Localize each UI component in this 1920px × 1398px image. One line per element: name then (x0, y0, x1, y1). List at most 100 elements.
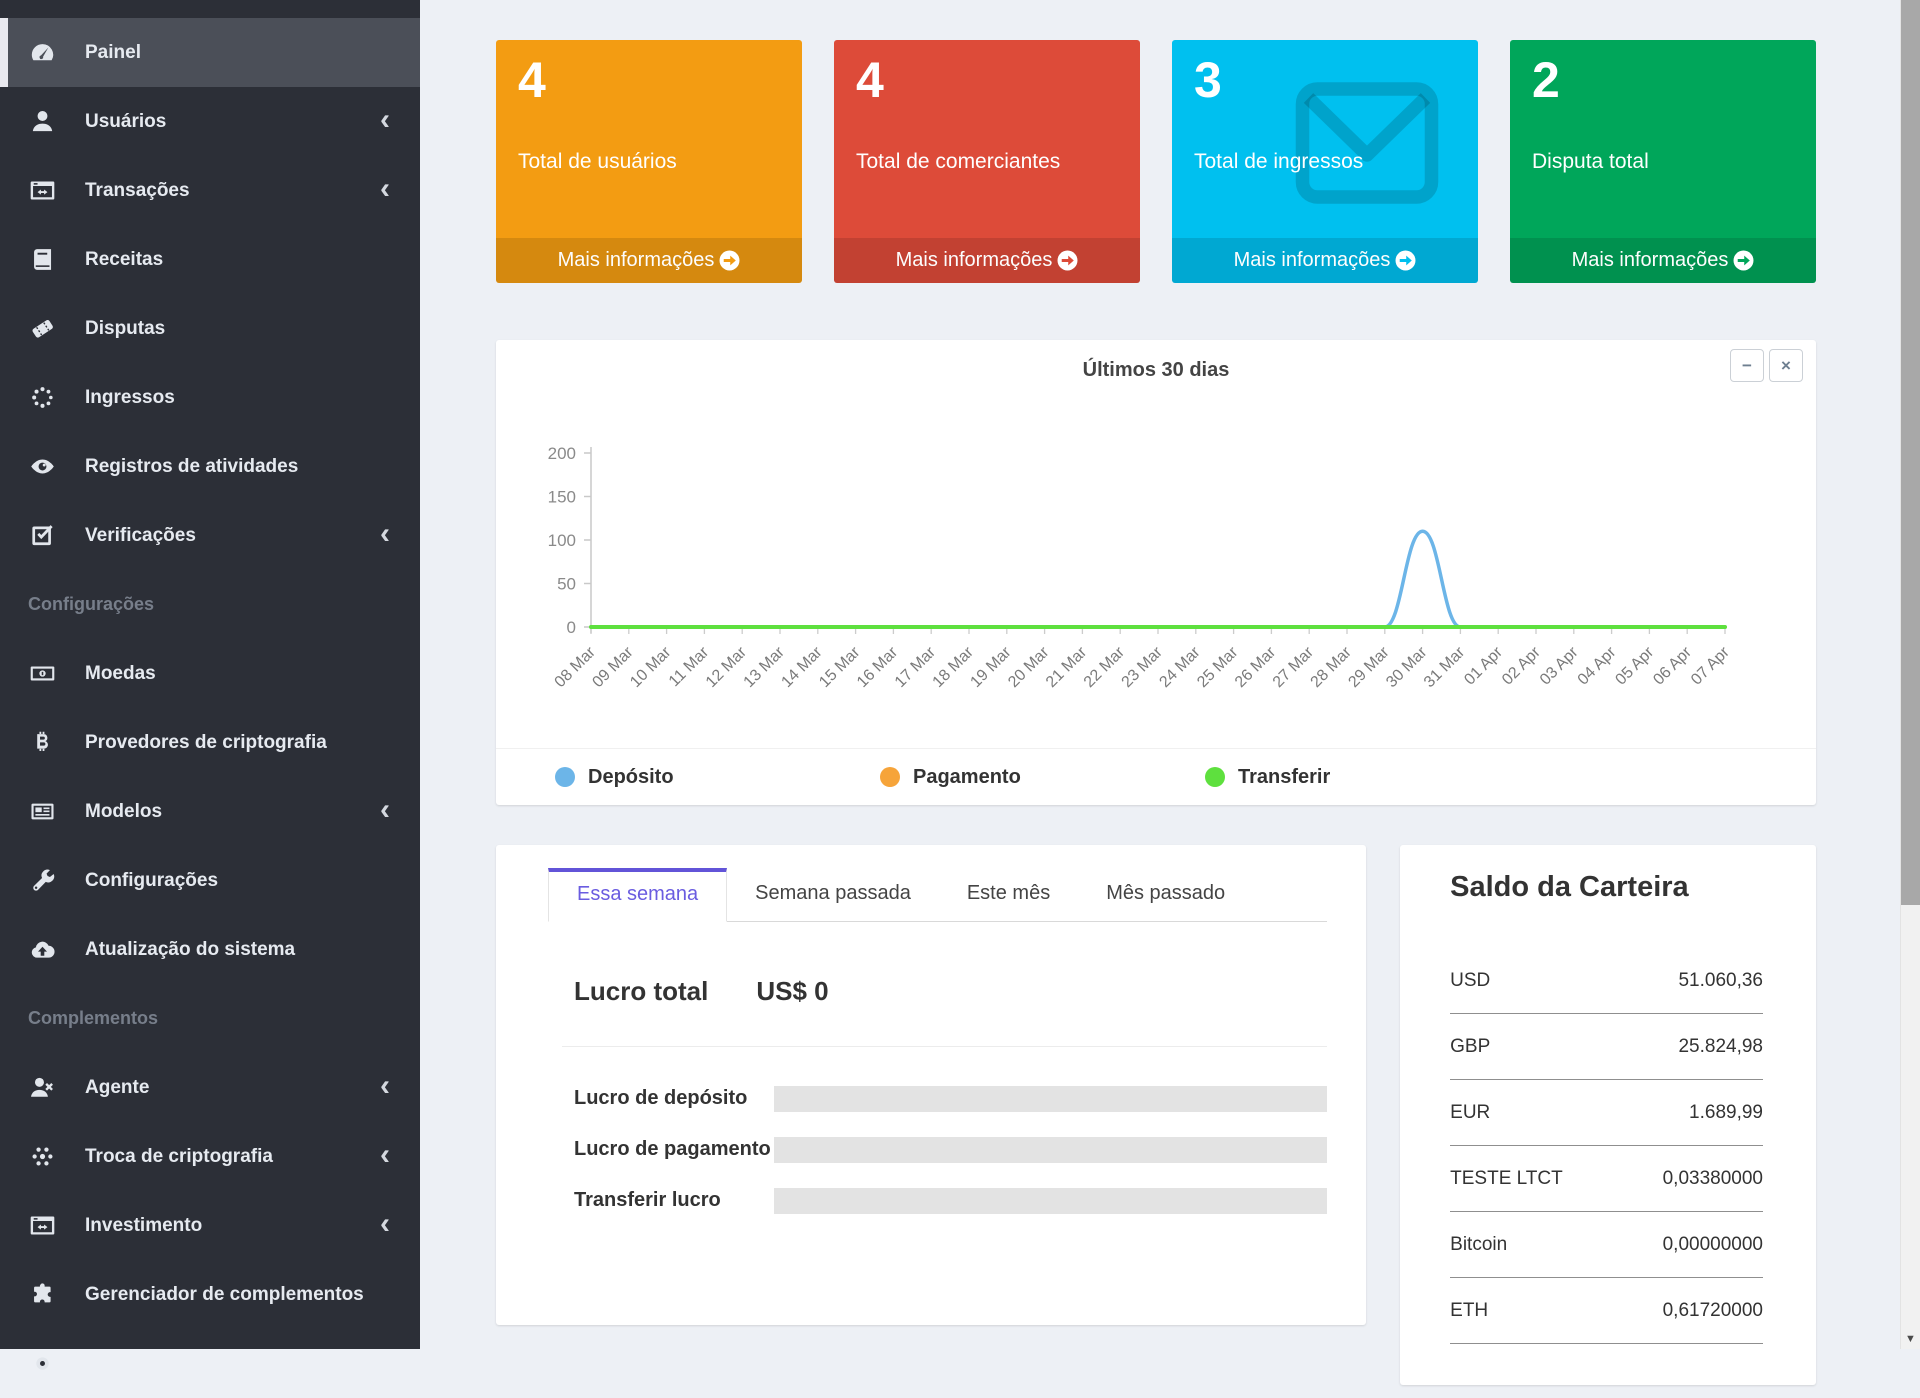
stat-box: 4Total de comerciantesMais informações (834, 40, 1140, 283)
profit-total-label: Lucro total (574, 976, 708, 1007)
sidebar-item[interactable]: Investimento‹ (0, 1191, 420, 1260)
svg-text:50: 50 (557, 575, 576, 594)
svg-text:04 Apr: 04 Apr (1575, 643, 1620, 688)
puzzle-icon (25, 1280, 59, 1310)
legend-dot-icon (1205, 767, 1225, 787)
legend-label: Pagamento (913, 766, 1021, 789)
sidebar-item-label: Investimento (85, 1215, 380, 1237)
chart-legend: Depósito Pagamento Transferir (496, 748, 1816, 805)
scrollbar-thumb[interactable] (1901, 0, 1920, 905)
stat-value: 4 (496, 40, 802, 110)
svg-text:03 Apr: 03 Apr (1537, 643, 1582, 688)
scroll-down-button[interactable]: ▼ (1901, 1329, 1920, 1349)
sidebar-item[interactable]: Painel (0, 18, 420, 87)
sidebar-item[interactable]: Ingressos (0, 363, 420, 432)
sidebar-item-label: Modelos (85, 801, 380, 823)
line-chart: 05010015020008 Mar09 Mar10 Mar11 Mar12 M… (496, 340, 1816, 748)
sidebar-item[interactable]: Provedores de criptografia (0, 708, 420, 777)
profit-row-label: Lucro de depósito (574, 1083, 774, 1114)
svg-text:14 Mar: 14 Mar (778, 643, 826, 691)
progress-bar (774, 1137, 1327, 1163)
wallet-panel: Saldo da Carteira USD51.060,36 GBP 25.824,… (1400, 845, 1816, 1385)
stat-label: Total de comerciantes (834, 110, 1140, 174)
sidebar-item-label: Provedores de criptografia (85, 732, 390, 754)
more-info-link[interactable]: Mais informações (1510, 238, 1816, 283)
sidebar-item[interactable] (0, 1329, 420, 1398)
wallet-title: Saldo da Carteira (1450, 871, 1763, 904)
sidebar-item[interactable]: Atualização do sistema (0, 915, 420, 984)
wallet-amount: 0,00000000 (1663, 1234, 1763, 1256)
sidebar-item-label: Gerenciador de complementos (85, 1284, 390, 1306)
sidebar-item[interactable]: Agente‹ (0, 1053, 420, 1122)
wallet-row: Bitcoin0,00000000 (1450, 1212, 1763, 1278)
sidebar-item[interactable]: Disputas (0, 294, 420, 363)
more-info-link[interactable]: Mais informações (1172, 238, 1478, 283)
sidebar-item[interactable]: Transações‹ (0, 156, 420, 225)
transactions-icon (25, 176, 59, 206)
svg-text:02 Apr: 02 Apr (1499, 643, 1544, 688)
svg-text:24 Mar: 24 Mar (1156, 643, 1204, 691)
arrow-circle-right-icon (1395, 250, 1416, 271)
sidebar-item-label: Painel (85, 42, 390, 64)
wallet-amount: 1.689,99 (1689, 1102, 1763, 1124)
close-button[interactable]: × (1769, 349, 1803, 382)
tab-m-s-passado[interactable]: Mês passado (1078, 868, 1253, 921)
more-info-label: Mais informações (1572, 249, 1729, 272)
sidebar-item-label: Disputas (85, 318, 390, 340)
stat-label: Total de ingressos (1172, 110, 1478, 174)
wallet-amount: 25.824,98 (1678, 1036, 1763, 1058)
sidebar-item[interactable]: Modelos‹ (0, 777, 420, 846)
sidebar-item[interactable]: Troca de criptografia‹ (0, 1122, 420, 1191)
svg-text:12 Mar: 12 Mar (703, 643, 751, 691)
check-square-icon (25, 521, 59, 551)
wallet-amount: 51.060,36 (1678, 970, 1763, 992)
sidebar-item-label: Agente (85, 1077, 380, 1099)
sidebar-item[interactable]: Moedas (0, 639, 420, 708)
legend-dot-icon (555, 767, 575, 787)
tab-semana-passada[interactable]: Semana passada (727, 868, 939, 921)
sidebar-item[interactable]: Configurações (0, 846, 420, 915)
more-info-label: Mais informações (896, 249, 1053, 272)
main-content: 4Total de usuáriosMais informações4 Total… (420, 0, 1896, 1349)
cloud-upload-icon (25, 935, 59, 965)
legend-label: Transferir (1238, 766, 1330, 789)
profit-row-label: Lucro de pagamento (574, 1134, 774, 1165)
wallet-row: ETH0,61720000 (1450, 1278, 1763, 1344)
wallet-amount: 0,61720000 (1663, 1300, 1763, 1322)
wallet-row: GBP 25.824,98 (1450, 1014, 1763, 1080)
svg-text:10 Mar: 10 Mar (627, 643, 675, 691)
stat-box: 4Total de usuáriosMais informações (496, 40, 802, 283)
minimize-button[interactable]: − (1730, 349, 1764, 382)
tab-este-m-s[interactable]: Este mês (939, 868, 1078, 921)
profit-total: Lucro total US$ 0 (574, 976, 1327, 1007)
sidebar-item[interactable]: Verificações‹ (0, 501, 420, 570)
divider (562, 1046, 1327, 1047)
hive-icon (25, 1142, 59, 1172)
more-info-link[interactable]: Mais informações (496, 238, 802, 283)
svg-text:25 Mar: 25 Mar (1194, 643, 1242, 691)
sidebar-item[interactable]: Registros de atividades (0, 432, 420, 501)
wallet-row: EUR 1.689,99 (1450, 1080, 1763, 1146)
svg-text:100: 100 (548, 531, 576, 550)
chart-title: Últimos 30 dias (496, 340, 1816, 382)
sidebar-item[interactable]: Usuários‹ (0, 87, 420, 156)
sidebar-item[interactable]: Receitas (0, 225, 420, 294)
profit-row: Lucro de pagamento (574, 1134, 1327, 1165)
more-info-link[interactable]: Mais informações (834, 238, 1140, 283)
sidebar-item-label: Moedas (85, 663, 390, 685)
eye-icon (25, 452, 59, 482)
wallet-currency: EUR (1450, 1102, 1490, 1124)
sidebar-item-label: Verificações (85, 525, 380, 547)
svg-text:07 Apr: 07 Apr (1688, 643, 1733, 688)
profit-row-label: Transferir lucro (574, 1185, 774, 1216)
arrow-circle-right-icon (1733, 250, 1754, 271)
legend-label: Depósito (588, 766, 674, 789)
svg-text:23 Mar: 23 Mar (1119, 643, 1167, 691)
sidebar-item[interactable]: Gerenciador de complementos (0, 1260, 420, 1329)
sidebar-item-label: Usuários (85, 111, 380, 133)
svg-text:29 Mar: 29 Mar (1345, 643, 1393, 691)
wallet-currency: GBP (1450, 1036, 1490, 1058)
wallet-row: USD51.060,36 (1450, 948, 1763, 1014)
tab-essa-semana[interactable]: Essa semana (548, 868, 727, 922)
sidebar-section-header: Complementos (0, 984, 420, 1053)
